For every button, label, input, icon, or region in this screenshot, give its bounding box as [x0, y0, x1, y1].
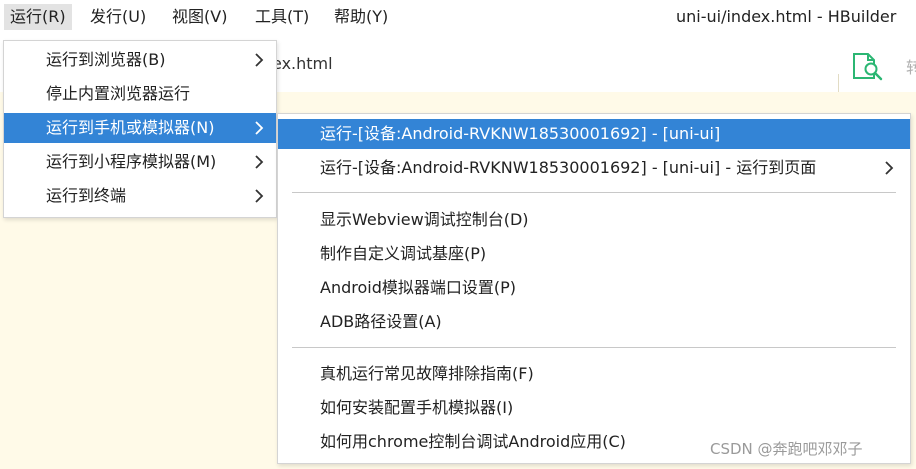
- menu-help[interactable]: 帮助(Y): [328, 4, 394, 30]
- menu-separator: [292, 192, 896, 193]
- menu-item-label: Android模拟器端口设置(P): [320, 278, 516, 297]
- menu-item-run-browser[interactable]: 运行到浏览器(B): [4, 45, 276, 75]
- menu-item-label: 运行-[设备:Android-RVKNW18530001692] - [uni-…: [320, 158, 817, 177]
- chevron-right-icon: [255, 121, 264, 135]
- menu-item-run-miniprogram[interactable]: 运行到小程序模拟器(M): [4, 147, 276, 177]
- submenu-item-troubleshooting[interactable]: 真机运行常见故障排除指南(F): [278, 359, 910, 389]
- menu-item-label: 运行到浏览器(B): [46, 50, 166, 69]
- menu-separator: [292, 347, 896, 348]
- menu-run[interactable]: 运行(R): [4, 4, 72, 30]
- menu-item-label: 运行到终端: [46, 186, 127, 205]
- menu-item-label: 运行-[设备:Android-RVKNW18530001692] - [uni-…: [320, 124, 721, 143]
- submenu-item-adb-path[interactable]: ADB路径设置(A): [278, 307, 910, 337]
- menu-tools[interactable]: 工具(T): [249, 4, 315, 30]
- menu-item-label: 真机运行常见故障排除指南(F): [320, 364, 534, 383]
- menu-item-label: ADB路径设置(A): [320, 312, 442, 331]
- watermark: CSDN @奔跑吧邓邓子: [710, 440, 863, 458]
- menu-item-stop-browser[interactable]: 停止内置浏览器运行: [4, 79, 276, 109]
- toolbar-label-cut: 转: [906, 58, 916, 77]
- menu-item-run-device[interactable]: 运行到手机或模拟器(N): [4, 113, 276, 143]
- menu-item-label: 显示Webview调试控制台(D): [320, 210, 529, 229]
- chevron-right-icon: [885, 161, 894, 175]
- submenu-item-emulator-port[interactable]: Android模拟器端口设置(P): [278, 273, 910, 303]
- submenu-item-install-emulator[interactable]: 如何安装配置手机模拟器(I): [278, 393, 910, 423]
- menu-item-run-terminal[interactable]: 运行到终端: [4, 181, 276, 211]
- tab-index-html[interactable]: ex.html: [272, 54, 333, 73]
- menu-view[interactable]: 视图(V): [166, 4, 233, 30]
- submenu-item-run-device-app[interactable]: 运行-[设备:Android-RVKNW18530001692] - [uni-…: [278, 119, 910, 149]
- menu-item-label: 运行到手机或模拟器(N): [46, 118, 215, 137]
- chevron-right-icon: [255, 53, 264, 67]
- menu-item-label: 运行到小程序模拟器(M): [46, 152, 217, 171]
- submenu-item-webview-console[interactable]: 显示Webview调试控制台(D): [278, 205, 910, 235]
- chevron-right-icon: [255, 189, 264, 203]
- submenu-item-run-device-page[interactable]: 运行-[设备:Android-RVKNW18530001692] - [uni-…: [278, 153, 910, 183]
- tab-divider: [838, 74, 839, 92]
- device-submenu: 运行-[设备:Android-RVKNW18530001692] - [uni-…: [277, 113, 911, 464]
- find-in-file-icon[interactable]: [851, 51, 885, 81]
- menu-item-label: 如何安装配置手机模拟器(I): [320, 398, 514, 417]
- submenu-item-custom-base[interactable]: 制作自定义调试基座(P): [278, 239, 910, 269]
- menu-bar: 运行(R) 发行(U) 视图(V) 工具(T) 帮助(Y) uni-ui/ind…: [0, 0, 916, 34]
- menu-item-label: 制作自定义调试基座(P): [320, 244, 487, 263]
- chevron-right-icon: [255, 155, 264, 169]
- run-menu: 运行到浏览器(B) 停止内置浏览器运行 运行到手机或模拟器(N) 运行到小程序模…: [3, 40, 277, 218]
- menu-item-label: 停止内置浏览器运行: [46, 84, 191, 103]
- menu-item-label: 如何用chrome控制台调试Android应用(C): [320, 432, 626, 451]
- menu-publish[interactable]: 发行(U): [84, 4, 152, 30]
- window-title: uni-ui/index.html - HBuilder: [676, 7, 897, 26]
